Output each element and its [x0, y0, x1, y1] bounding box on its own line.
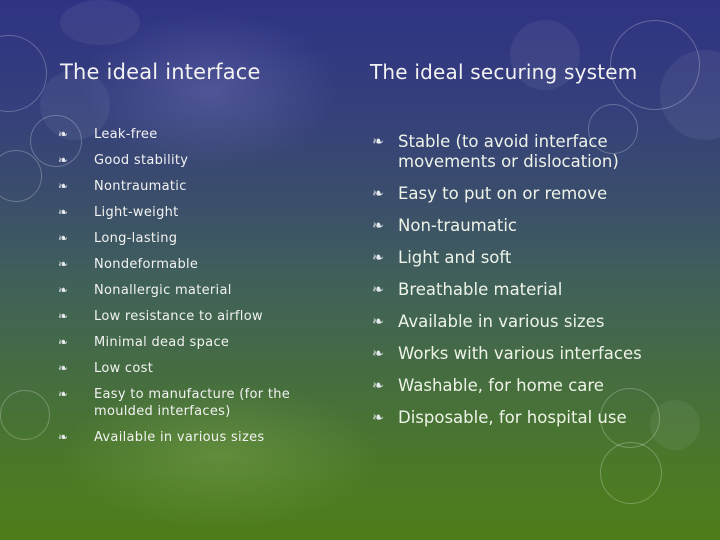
- floral-heart-bullet-icon: ❧: [58, 153, 69, 167]
- floral-heart-bullet-icon: ❧: [58, 387, 69, 401]
- list-item: ❧ Nontraumatic: [58, 178, 350, 195]
- list-item: ❧ Disposable, for hospital use: [370, 408, 710, 428]
- ideal-interface-list: ❧ Leak-free ❧ Good stability ❧ Nontraumatic…: [58, 126, 350, 446]
- floral-heart-bullet-icon: ❧: [58, 309, 69, 323]
- ideal-securing-system-column: The ideal securing system ❧ Stable (to av…: [370, 60, 710, 440]
- floral-heart-bullet-icon: ❧: [58, 205, 69, 219]
- list-item: ❧ Low cost: [58, 360, 350, 377]
- list-item-label: Non-traumatic: [398, 216, 517, 235]
- ideal-securing-system-list: ❧ Stable (to avoid interface movements or…: [370, 132, 710, 428]
- list-item-label: Easy to put on or remove: [398, 184, 608, 203]
- list-item: ❧ Nonallergic material: [58, 282, 350, 299]
- list-item-label: Light-weight: [94, 205, 179, 220]
- list-item: ❧ Available in various sizes: [58, 429, 350, 446]
- list-item-label: Good stability: [94, 153, 189, 168]
- floral-heart-bullet-icon: ❧: [372, 410, 384, 426]
- list-item: ❧ Works with various interfaces: [370, 344, 710, 364]
- floral-heart-bullet-icon: ❧: [58, 231, 69, 245]
- list-item-label: Breathable material: [398, 280, 563, 299]
- list-item: ❧ Stable (to avoid interface movements or…: [370, 132, 648, 172]
- list-item-label: Nondeformable: [94, 257, 199, 272]
- floral-heart-bullet-icon: ❧: [372, 218, 384, 234]
- decorative-ring: [600, 442, 662, 504]
- list-item-label: Low resistance to airflow: [94, 309, 263, 324]
- list-item-label: Nonallergic material: [94, 283, 232, 298]
- list-item-label: Long-lasting: [94, 231, 178, 246]
- list-item: ❧ Minimal dead space: [58, 334, 350, 351]
- list-item: ❧ Available in various sizes: [370, 312, 710, 332]
- floral-heart-bullet-icon: ❧: [58, 127, 69, 141]
- floral-heart-bullet-icon: ❧: [58, 283, 69, 297]
- list-item-label: Minimal dead space: [94, 335, 230, 350]
- list-item-label: Easy to manufacture (for the moulded int…: [94, 387, 291, 419]
- list-item: ❧ Breathable material: [370, 280, 710, 300]
- list-item-label: Available in various sizes: [398, 312, 605, 331]
- ideal-interface-title: The ideal interface: [60, 60, 261, 84]
- floral-heart-bullet-icon: ❧: [372, 250, 384, 266]
- list-item-label: Light and soft: [398, 248, 512, 267]
- floral-heart-bullet-icon: ❧: [372, 378, 384, 394]
- list-item-label: Disposable, for hospital use: [398, 408, 627, 427]
- decorative-ring: [0, 390, 50, 440]
- list-item: ❧ Washable, for home care: [370, 376, 710, 396]
- list-item-label: Available in various sizes: [94, 430, 265, 445]
- list-item-label: Works with various interfaces: [398, 344, 642, 363]
- floral-heart-bullet-icon: ❧: [58, 179, 69, 193]
- floral-heart-bullet-icon: ❧: [372, 346, 384, 362]
- list-item-label: Nontraumatic: [94, 179, 187, 194]
- ideal-interface-column: The ideal interface ❧ Leak-free ❧ Good sta…: [58, 60, 350, 455]
- list-item-label: Low cost: [94, 361, 154, 376]
- list-item: ❧ Low resistance to airflow: [58, 308, 350, 325]
- list-item: ❧ Good stability: [58, 152, 350, 169]
- floral-heart-bullet-icon: ❧: [58, 430, 69, 444]
- floral-heart-bullet-icon: ❧: [372, 134, 384, 150]
- list-item: ❧ Long-lasting: [58, 230, 350, 247]
- list-item-label: Washable, for home care: [398, 376, 604, 395]
- floral-heart-bullet-icon: ❧: [372, 314, 384, 330]
- ideal-securing-system-title: The ideal securing system: [370, 60, 638, 84]
- list-item: ❧ Non-traumatic: [370, 216, 710, 236]
- list-item: ❧ Light and soft: [370, 248, 710, 268]
- decorative-circle: [60, 0, 140, 45]
- floral-heart-bullet-icon: ❧: [372, 186, 384, 202]
- list-item-label: Leak-free: [94, 127, 158, 142]
- list-item-label: Stable (to avoid interface movements or …: [398, 132, 619, 171]
- decorative-ring: [0, 35, 47, 112]
- floral-heart-bullet-icon: ❧: [58, 361, 69, 375]
- list-item: ❧ Leak-free: [58, 126, 350, 143]
- floral-heart-bullet-icon: ❧: [372, 282, 384, 298]
- list-item: ❧ Light-weight: [58, 204, 350, 221]
- list-item: ❧ Easy to put on or remove: [370, 184, 710, 204]
- list-item: ❧ Nondeformable: [58, 256, 350, 273]
- list-item: ❧ Easy to manufacture (for the moulded in…: [58, 386, 294, 420]
- floral-heart-bullet-icon: ❧: [58, 335, 69, 349]
- decorative-ring: [0, 150, 42, 202]
- floral-heart-bullet-icon: ❧: [58, 257, 69, 271]
